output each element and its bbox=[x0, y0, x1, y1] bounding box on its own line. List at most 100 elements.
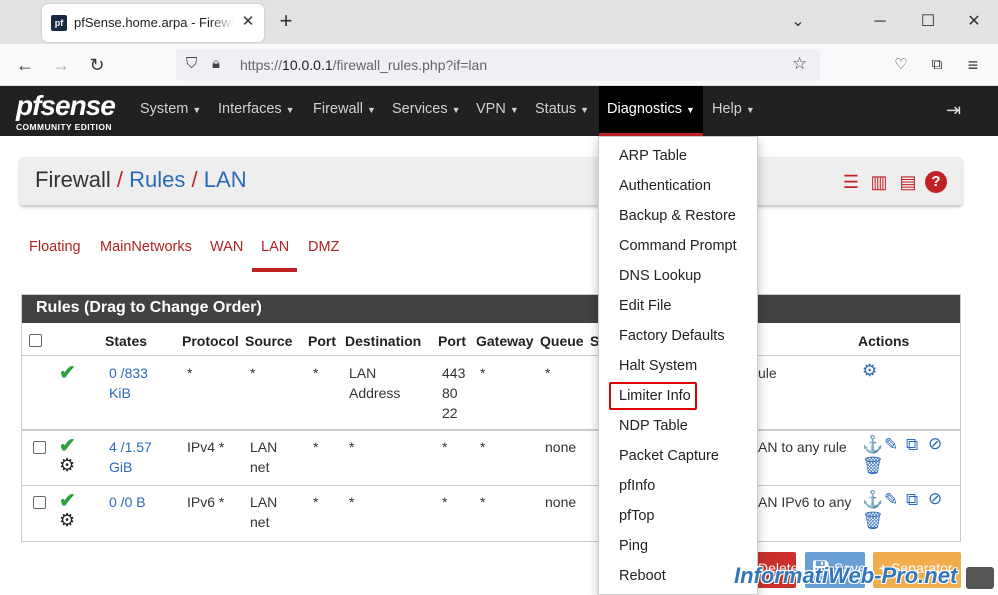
tab-wan[interactable]: WAN bbox=[210, 239, 243, 255]
menu-item-edit-file[interactable]: Edit File bbox=[619, 298, 671, 314]
disable-icon[interactable]: ⊘ bbox=[928, 434, 942, 454]
favicon-icon: pf bbox=[51, 15, 67, 31]
menu-item-limiter-info[interactable]: Limiter Info bbox=[619, 388, 691, 404]
menu-status[interactable]: Status ▼ bbox=[535, 86, 589, 136]
source: LAN bbox=[250, 494, 278, 510]
bookmark-star-icon[interactable]: ☆ bbox=[792, 54, 807, 74]
col-dest-port[interactable]: Port bbox=[438, 333, 466, 349]
states-value[interactable]: 4 /1.57 bbox=[109, 437, 152, 457]
breadcrumb-lan[interactable]: LAN bbox=[204, 167, 247, 192]
menu-item-ping[interactable]: Ping bbox=[619, 538, 648, 554]
anchor-icon[interactable]: ⚓ bbox=[862, 490, 883, 510]
tab-list-icon[interactable]: ⌄ bbox=[786, 10, 810, 34]
col-queue[interactable]: Queue bbox=[540, 333, 584, 349]
help-icon[interactable]: ? bbox=[925, 171, 947, 193]
sliders-icon[interactable]: ☰ bbox=[840, 171, 862, 193]
close-tab-icon[interactable]: ✕ bbox=[238, 12, 258, 32]
new-tab-icon[interactable]: + bbox=[274, 10, 298, 34]
panel-title: Rules (Drag to Change Order) bbox=[22, 295, 960, 323]
source-2: net bbox=[250, 459, 270, 475]
list-icon[interactable]: ▤ bbox=[897, 171, 919, 193]
row-checkbox[interactable] bbox=[33, 496, 46, 509]
states-value[interactable]: 0 /833 bbox=[109, 363, 148, 383]
menu-item-dns-lookup[interactable]: DNS Lookup bbox=[619, 268, 701, 284]
edit-pencil-icon[interactable]: ✎ bbox=[884, 435, 898, 455]
url-text[interactable]: https://10.0.0.1/firewall_rules.php?if=l… bbox=[240, 57, 487, 73]
browser-tab[interactable]: pf pfSense.home.arpa - Firewall: Rules ✕ bbox=[42, 4, 264, 42]
col-states[interactable]: States bbox=[105, 333, 147, 349]
col-destination[interactable]: Destination bbox=[345, 333, 421, 349]
copy-icon[interactable]: ⧉ bbox=[906, 490, 918, 510]
check-icon: ✔ bbox=[59, 362, 76, 384]
states-unit[interactable]: GiB bbox=[109, 457, 132, 477]
gear-icon[interactable]: ⚙ bbox=[59, 455, 75, 476]
pfsense-logo[interactable]: pfsense COMMUNITY EDITION bbox=[14, 90, 126, 132]
trash-icon[interactable]: 🗑︎ bbox=[862, 456, 884, 476]
forward-icon[interactable]: → bbox=[48, 52, 74, 78]
menu-vpn[interactable]: VPN ▼ bbox=[476, 86, 519, 136]
menu-services[interactable]: Services ▼ bbox=[392, 86, 461, 136]
logout-icon[interactable]: ⇥ bbox=[946, 100, 968, 122]
tab-floating[interactable]: Floating bbox=[29, 239, 81, 255]
app-menu-icon[interactable]: ≡ bbox=[960, 52, 986, 78]
menu-item-ndp-table[interactable]: NDP Table bbox=[619, 418, 688, 434]
table-row[interactable]: ✔ ⚙ 4 /1.57 GiB IPv4 * LAN net * * * * n… bbox=[22, 429, 960, 485]
menu-item-command-prompt[interactable]: Command Prompt bbox=[619, 238, 737, 254]
menu-system[interactable]: System ▼ bbox=[140, 86, 201, 136]
trash-icon[interactable]: 🗑︎ bbox=[862, 511, 884, 531]
tab-dmz[interactable]: DMZ bbox=[308, 239, 339, 255]
table-row[interactable]: ✔ 0 /833 KiB * * * LAN Address 443 80 22… bbox=[22, 355, 960, 429]
menu-help[interactable]: Help ▼ bbox=[712, 86, 755, 136]
anchor-icon[interactable]: ⚓ bbox=[862, 435, 883, 455]
close-window-icon[interactable]: ✕ bbox=[962, 10, 986, 34]
menu-item-halt-system[interactable]: Halt System bbox=[619, 358, 697, 374]
lock-icon[interactable]: 🔒︎ bbox=[212, 55, 220, 72]
menu-item-reboot[interactable]: Reboot bbox=[619, 568, 666, 584]
destination-2: Address bbox=[349, 385, 401, 401]
menu-item-packet-capture[interactable]: Packet Capture bbox=[619, 448, 719, 464]
col-protocol[interactable]: Protocol bbox=[182, 333, 239, 349]
table-row[interactable]: ✔ ⚙ 0 /0 B IPv6 * LAN net * * * * none A… bbox=[22, 485, 960, 541]
tab-mainnetworks[interactable]: MainNetworks bbox=[100, 239, 192, 255]
reload-icon[interactable]: ↻ bbox=[84, 52, 110, 78]
bar-chart-icon[interactable]: ▥ bbox=[868, 171, 890, 193]
edit-pencil-icon[interactable]: ✎ bbox=[884, 490, 898, 510]
states-value[interactable]: 0 /0 B bbox=[109, 492, 146, 512]
menu-firewall[interactable]: Firewall ▼ bbox=[313, 86, 376, 136]
menu-item-arp-table[interactable]: ARP Table bbox=[619, 148, 687, 164]
queue: none bbox=[545, 494, 577, 510]
extensions-icon[interactable]: ⧉ bbox=[924, 52, 950, 78]
tab-lan[interactable]: LAN bbox=[261, 239, 289, 255]
laptop-icon bbox=[966, 567, 994, 589]
menu-item-pfinfo[interactable]: pfInfo bbox=[619, 478, 655, 494]
port: * bbox=[313, 365, 319, 381]
pocket-icon[interactable]: ♡ bbox=[888, 52, 914, 78]
minimize-icon[interactable]: ─ bbox=[868, 10, 892, 34]
menu-diagnostics[interactable]: Diagnostics ▼ bbox=[599, 86, 703, 136]
breadcrumb-rules[interactable]: Rules bbox=[129, 167, 185, 192]
maximize-icon[interactable]: ☐ bbox=[916, 10, 940, 34]
url-bar[interactable]: ⛉ 🔒︎ https://10.0.0.1/firewall_rules.php… bbox=[176, 49, 820, 81]
col-gateway[interactable]: Gateway bbox=[476, 333, 534, 349]
menu-item-authentication[interactable]: Authentication bbox=[619, 178, 711, 194]
col-port[interactable]: Port bbox=[308, 333, 336, 349]
source-2: net bbox=[250, 514, 270, 530]
menu-interfaces[interactable]: Interfaces ▼ bbox=[218, 86, 295, 136]
disable-icon[interactable]: ⊘ bbox=[928, 489, 942, 509]
col-source[interactable]: Source bbox=[245, 333, 292, 349]
select-all-checkbox[interactable] bbox=[29, 334, 42, 347]
menu-item-factory-defaults[interactable]: Factory Defaults bbox=[619, 328, 725, 344]
logo-subtitle: COMMUNITY EDITION bbox=[16, 122, 112, 132]
menu-item-backup-restore[interactable]: Backup & Restore bbox=[619, 208, 736, 224]
settings-gear-icon[interactable]: ⚙ bbox=[862, 361, 877, 381]
shield-icon[interactable]: ⛉ bbox=[186, 55, 197, 72]
copy-icon[interactable]: ⧉ bbox=[906, 435, 918, 455]
states-unit[interactable]: KiB bbox=[109, 383, 131, 403]
back-icon[interactable]: ← bbox=[12, 52, 38, 78]
description: ule bbox=[758, 365, 777, 381]
menu-item-pftop[interactable]: pfTop bbox=[619, 508, 654, 524]
rules-panel: Rules (Drag to Change Order) States Prot… bbox=[21, 294, 961, 542]
row-checkbox[interactable] bbox=[33, 441, 46, 454]
source: LAN bbox=[250, 439, 278, 455]
gear-icon[interactable]: ⚙ bbox=[59, 510, 75, 531]
